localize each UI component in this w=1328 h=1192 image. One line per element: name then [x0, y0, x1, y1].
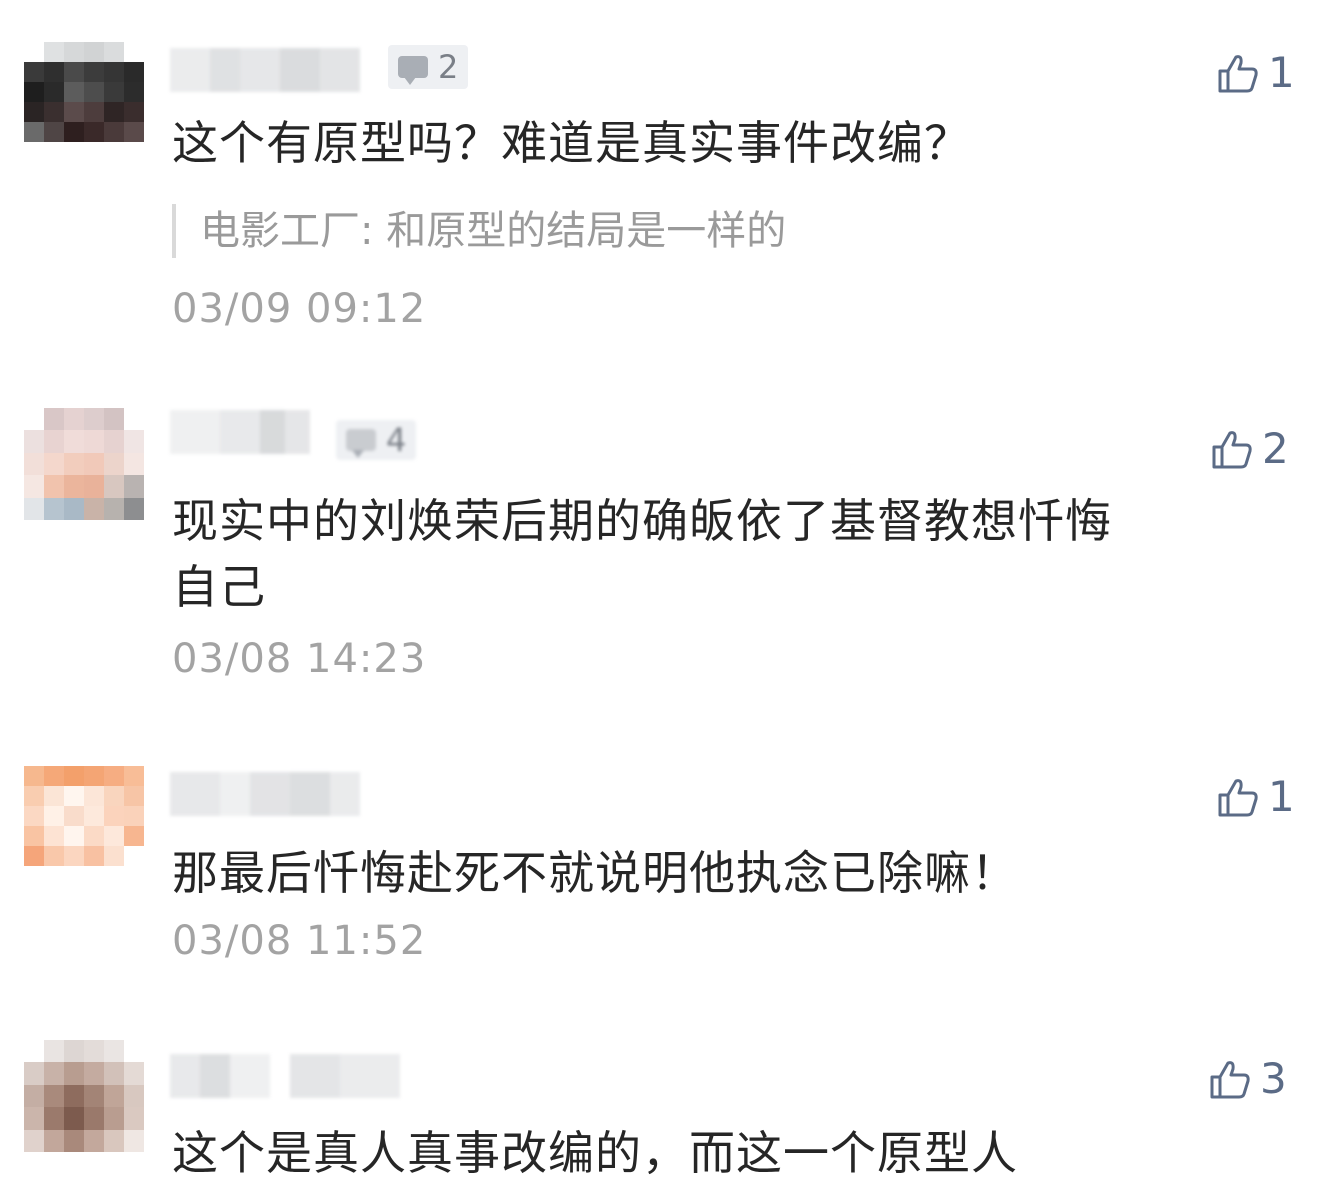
- thumbs-up-icon: [1210, 1060, 1250, 1098]
- comment-item: 3 这个是真人真事改编的，而这一个原型人: [0, 0, 1328, 1192]
- username-blurred[interactable]: [170, 1054, 400, 1098]
- like-button[interactable]: 3: [1208, 1054, 1287, 1103]
- comment-text: 这个是真人真事改编的，而这一个原型人: [172, 1126, 1018, 1180]
- avatar[interactable]: [24, 1040, 144, 1152]
- like-count: 3: [1260, 1054, 1287, 1103]
